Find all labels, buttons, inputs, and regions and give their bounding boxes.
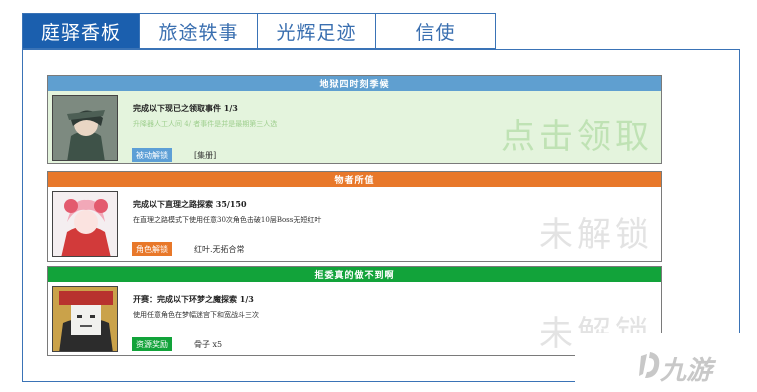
unlock-button[interactable]: 角色解锁 [132, 242, 172, 256]
task-title: 开赛：完成以下环梦之魔探索 1/3 [133, 294, 254, 304]
tab-glory-footprints[interactable]: 光辉足迹 [258, 13, 376, 49]
reward-text: 骨子 x5 [194, 340, 223, 349]
lock-status: 未解锁 [539, 215, 653, 255]
task-card: 物者所值 完成以下直理之路探索 35/150 在直理之路模式下使用任意30次角色… [47, 171, 662, 262]
claim-status[interactable]: 点击领取 [501, 109, 653, 158]
task-title: 完成以下直理之路探索 35/150 [133, 199, 247, 209]
card-header: 拒委真的做不到啊 [48, 267, 661, 282]
character-portrait [52, 286, 118, 352]
reward-text: [集册] [194, 151, 217, 160]
watermark-text: 九游 [660, 356, 713, 386]
card-body: 完成以下直理之路探索 35/150 在直理之路模式下使用任意30次角色击破10层… [48, 187, 661, 261]
task-description: 在直理之路模式下使用任意30次角色击破10层Boss无短红叶 [133, 216, 322, 224]
character-portrait [52, 191, 118, 257]
tab-travel-anecdotes[interactable]: 旅途轶事 [140, 13, 258, 49]
tab-messenger[interactable]: 信使 [376, 13, 496, 49]
card-body: 开赛：完成以下环梦之魔探索 1/3 使用任意角色在梦幅迷宫下和宽战斗三次 资源奖… [48, 282, 661, 355]
task-card: 拒委真的做不到啊 开赛：完成以下环梦之魔探索 1/3 使用任意角色在梦幅迷宫下和… [47, 266, 662, 356]
card-body: 完成以下现已之领取事件 1/3 升降器人工人间 4/ 者事件是并是最期第三人选 … [48, 91, 661, 163]
character-portrait [52, 95, 118, 161]
task-description: 使用任意角色在梦幅迷宫下和宽战斗三次 [133, 311, 259, 319]
task-title: 完成以下现已之领取事件 1/3 [133, 103, 238, 113]
reward-button[interactable]: 资源奖励 [132, 337, 172, 351]
reward-text: 红叶.无拓合常 [194, 245, 245, 254]
unlock-button[interactable]: 被动解锁 [132, 148, 172, 162]
card-header: 物者所值 [48, 172, 661, 187]
task-description: 升降器人工人间 4/ 者事件是并是最期第三人选 [133, 120, 278, 128]
tab-courier-board[interactable]: 庭驿香板 [22, 13, 140, 49]
card-header: 地狱四时刻季候 [48, 76, 661, 91]
task-card: 地狱四时刻季候 完成以下现已之领取事件 1/3 升降器人工人间 4/ 者事件是并… [47, 75, 662, 164]
tab-bar: 庭驿香板 旅途轶事 光辉足迹 信使 [22, 13, 497, 49]
